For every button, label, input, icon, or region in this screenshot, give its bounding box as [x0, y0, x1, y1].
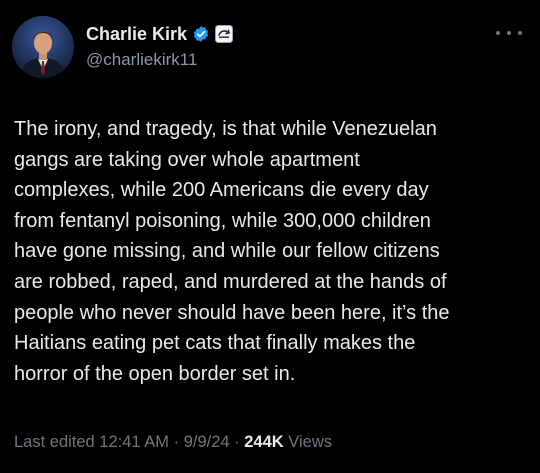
views-count: 244K [244, 433, 284, 451]
tweet-line: complexes, while 200 Americans die every… [14, 179, 429, 202]
separator: · [229, 433, 245, 451]
display-name[interactable]: Charlie Kirk [86, 24, 187, 45]
dot [496, 31, 500, 35]
tweet-card: Charlie Kirk @charliekirk11 The irony, a… [0, 0, 540, 473]
author-header: Charlie Kirk @charliekirk11 [86, 22, 234, 70]
separator: · [169, 433, 184, 451]
more-options-icon[interactable] [496, 26, 522, 40]
tweet-line: horror of the open border set in. [14, 362, 296, 385]
views-label: Views [283, 433, 333, 451]
dot [507, 31, 511, 35]
tweet-line: The irony, and tragedy, is that while Ve… [14, 118, 437, 140]
edited-label[interactable]: Last edited 12:41 AM [14, 433, 169, 451]
tweet-line: gangs are taking over whole apartment [14, 148, 360, 171]
verified-badge-icon [192, 25, 210, 43]
tweet-line: Haitians eating pet cats that finally ma… [14, 332, 416, 355]
tweet-line: people who never should have been here, … [14, 301, 450, 324]
avatar[interactable] [12, 16, 74, 78]
name-row: Charlie Kirk [86, 22, 234, 46]
affiliation-badge-icon[interactable] [215, 25, 234, 43]
tweet-line: from fentanyl poisoning, while 300,000 c… [14, 209, 431, 232]
tweet-line: have gone missing, and while our fellow … [14, 240, 440, 263]
handle[interactable]: @charliekirk11 [86, 50, 233, 70]
tweet-line: are robbed, raped, and murdered at the h… [14, 270, 447, 293]
tweet-meta: Last edited 12:41 AM · 9/9/24 · 244K Vie… [14, 433, 332, 452]
tweet-text: The irony, and tragedy, is that while Ve… [14, 114, 529, 389]
post-date[interactable]: 9/9/24 [184, 433, 230, 451]
dot [518, 31, 522, 35]
avatar-image [12, 16, 74, 78]
